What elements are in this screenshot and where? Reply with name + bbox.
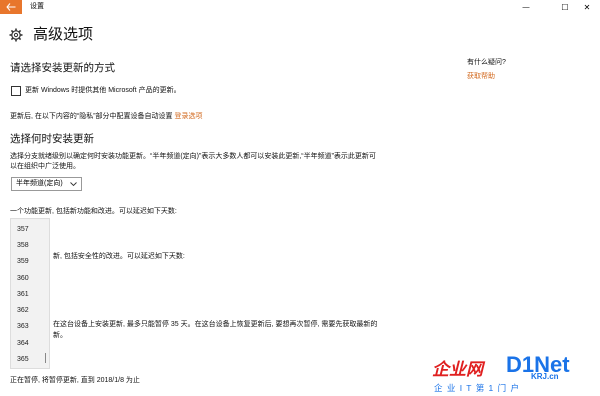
pause-desc-text: 在这台设备上安装更新, 最多只能暂停 35 天。在这台设备上恢复更新后, 要想再…: [53, 321, 378, 328]
dropdown-option[interactable]: 364: [17, 339, 29, 349]
maximize-icon: ☐: [561, 2, 569, 12]
minimize-icon: —: [522, 3, 530, 11]
close-icon: ✕: [583, 2, 591, 12]
branch-desc-line2: 以在组织中广泛使用。: [10, 163, 80, 170]
when-heading: 选择何时安装更新: [10, 133, 94, 145]
window-title: 设置: [30, 3, 44, 10]
quality-defer-text: 新, 包括安全性的改进。可以延迟如下天数:: [53, 253, 185, 260]
pause-desc-text-2: 新。: [53, 332, 67, 339]
dropdown-option[interactable]: 362: [17, 306, 29, 316]
branch-select-value: 半年频道(定向): [16, 180, 63, 187]
watermark-sub: 企 业 I T 第 1 门 户: [434, 383, 521, 393]
other-products-label: 更新 Windows 时提供其他 Microsoft 产品的更新。: [25, 87, 181, 94]
page-title: 高级选项: [33, 26, 94, 43]
pause-status: 正在暂停, 将暂停更新, 直到 2018/1/8 为止: [10, 377, 140, 384]
close-button[interactable]: ✕: [574, 0, 600, 14]
watermark-url: KRJ.cn: [530, 372, 560, 381]
gear-icon: [9, 28, 23, 42]
dropdown-option[interactable]: 360: [17, 274, 29, 284]
watermark: 企业网 D1Net KRJ.cn 企 业 I T 第 1 门 户: [430, 352, 600, 396]
dropdown-option[interactable]: 358: [17, 241, 29, 251]
dropdown-option[interactable]: 357: [17, 225, 29, 235]
back-button[interactable]: [0, 0, 22, 14]
privacy-note-text: 更新后, 在以下内容的“隐私”部分中配置设备自动设置: [10, 113, 173, 120]
dropdown-option[interactable]: 365: [17, 355, 29, 365]
dropdown-option[interactable]: 361: [17, 290, 29, 300]
privacy-note: 更新后, 在以下内容的“隐私”部分中配置设备自动设置 登录选项: [10, 112, 203, 122]
chevron-down-icon: [70, 178, 77, 195]
branch-select[interactable]: 半年频道(定向): [11, 177, 82, 191]
dropdown-scrollbar[interactable]: [45, 353, 46, 363]
dropdown-option[interactable]: 359: [17, 257, 29, 267]
feature-defer-text: 一个功能更新, 包括新功能和改进。可以延迟如下天数:: [10, 208, 177, 215]
back-arrow-icon: [6, 3, 16, 11]
install-method-heading: 请选择安装更新的方式: [10, 62, 115, 74]
title-bar: 设置 — ☐ ✕: [0, 0, 600, 14]
watermark-brand: 企业网: [432, 360, 483, 379]
get-help-link[interactable]: 获取帮助: [467, 72, 495, 82]
branch-desc-line1: 选择分支就绪级别以确定何时安装功能更新。“半年频道(定向)”表示大多数人都可以安…: [10, 153, 376, 160]
help-question: 有什么疑问?: [467, 59, 506, 66]
other-products-checkbox[interactable]: [11, 86, 21, 96]
login-options-link[interactable]: 登录选项: [175, 113, 203, 120]
dropdown-option[interactable]: 363: [17, 322, 29, 332]
minimize-button[interactable]: —: [513, 0, 539, 14]
defer-days-dropdown[interactable]: 357 358 359 360 361 362 363 364 365: [10, 218, 50, 369]
